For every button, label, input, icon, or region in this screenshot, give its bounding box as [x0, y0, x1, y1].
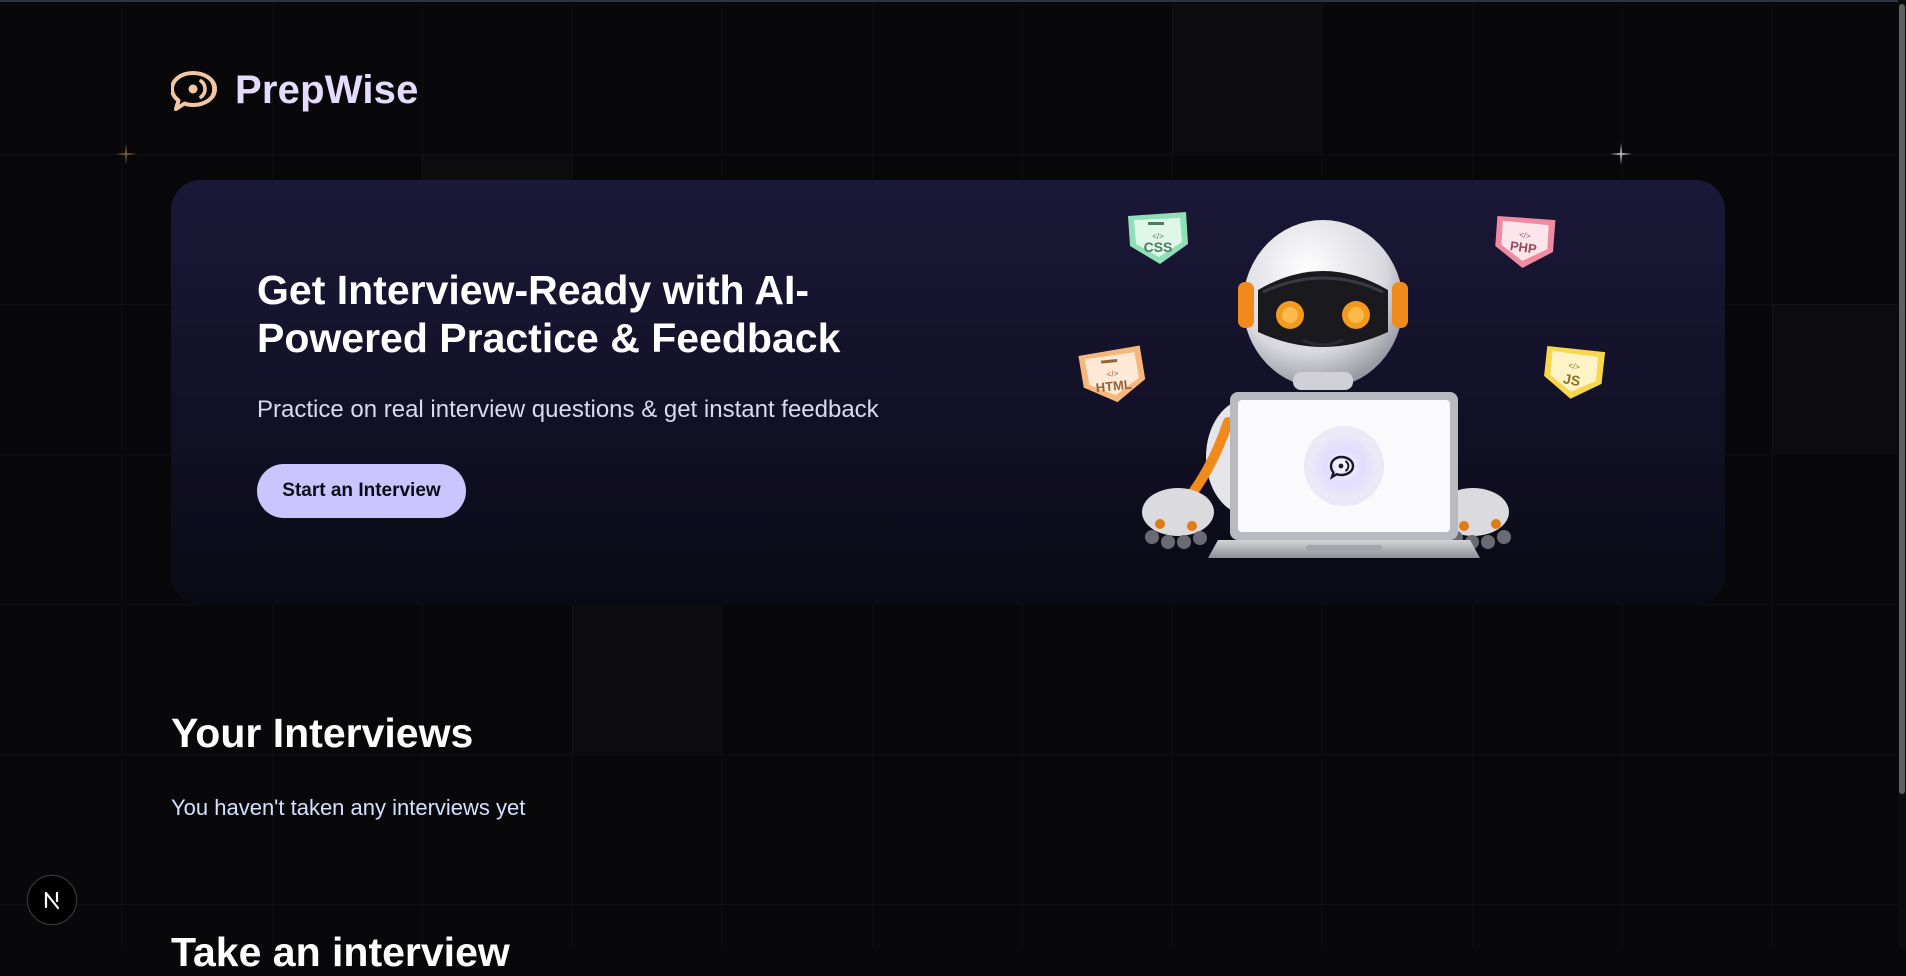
hero-title: Get Interview-Ready with AI-Powered Prac… [257, 267, 841, 361]
chat-bubble-icon [171, 70, 217, 111]
interviews-section-title: Your Interviews [171, 710, 474, 756]
scrollbar-track[interactable] [1898, 0, 1906, 949]
nextjs-icon [44, 891, 60, 910]
hero-subtitle: Practice on real interview questions & g… [257, 396, 879, 423]
sparkle-icon [1610, 143, 1632, 165]
app-name: PrepWise [235, 68, 419, 112]
robot-illustration: </> CSS </> PHP </> HTML </> JS [1078, 212, 1606, 558]
start-interview-button[interactable]: Start an Interview [257, 464, 466, 518]
app-logo[interactable]: PrepWise [171, 68, 419, 113]
js-badge-label: JS [1562, 370, 1582, 389]
hero-banner: Get Interview-Ready with AI-Powered Prac… [171, 180, 1725, 605]
nextjs-devtools-button[interactable] [27, 875, 77, 925]
window-top-border [0, 0, 1906, 2]
sparkle-icon [115, 143, 137, 165]
interviews-empty-message: You haven't taken any interviews yet [171, 795, 526, 820]
background-tile [572, 604, 722, 754]
css-badge-label: CSS [1144, 239, 1173, 255]
background-tile [1772, 304, 1906, 454]
scrollbar-thumb[interactable] [1899, 4, 1905, 794]
take-interview-section-title: Take an interview [171, 929, 510, 975]
background-tile [1172, 4, 1322, 154]
